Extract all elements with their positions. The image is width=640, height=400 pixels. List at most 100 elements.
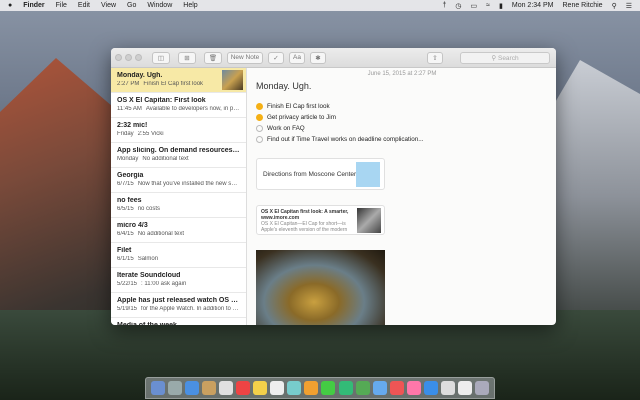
dock-itunes-icon[interactable] <box>389 381 404 395</box>
note-date: June 15, 2015 at 2:27 PM <box>367 71 437 77</box>
note-item-title: OS X El Capitan: First look <box>117 97 206 104</box>
note-thumbnail <box>222 70 243 90</box>
map-thumbnail <box>356 162 380 187</box>
dock-facetime-icon[interactable] <box>338 381 353 395</box>
add-attachment-icon[interactable]: ✱ <box>310 51 326 64</box>
spotlight-icon[interactable]: ⚲ <box>612 2 617 10</box>
note-list-item[interactable]: Georgia 6/7/15 Now that you've installed t… <box>111 168 246 193</box>
dock-launchpad-icon[interactable] <box>167 381 182 395</box>
dock-keynote-icon[interactable] <box>372 381 387 395</box>
note-item-subtitle: 5/19/15 for the Apple Watch. In addition … <box>117 306 240 312</box>
battery-icon[interactable]: ▮ <box>499 2 503 10</box>
note-list-item[interactable]: no fees 6/5/15 no costs <box>111 193 246 218</box>
note-item-preview: Salmon <box>137 256 159 262</box>
note-list-item[interactable]: 2:32 mic! Friday 2:55 Vicki <box>111 118 246 143</box>
apple-menu-icon[interactable]: ● <box>8 2 12 9</box>
dock-safari-icon[interactable] <box>184 381 199 395</box>
note-list-item[interactable]: Monday. Ugh. 2:27 PM Finish El Cap first l… <box>111 68 246 93</box>
dock-app-store-icon[interactable] <box>424 381 439 395</box>
time-machine-icon[interactable]: ◷ <box>455 2 461 10</box>
dock-notes-icon[interactable] <box>236 381 251 395</box>
checkbox-empty-icon[interactable] <box>256 136 263 143</box>
menu-edit[interactable]: Edit <box>78 2 90 9</box>
checklist-item[interactable]: Get privacy article to Jim <box>256 112 548 123</box>
note-item-subtitle: 6/1/15 Salmon <box>117 256 240 262</box>
note-list-item[interactable]: Apple has just released watch OS 1.0.1,.… <box>111 293 246 318</box>
note-item-preview: Now that you've installed the new sm... <box>137 181 240 187</box>
note-item-title: Iterate Soundcloud <box>117 272 181 279</box>
note-title[interactable]: Monday. Ugh. <box>256 81 548 91</box>
note-editor[interactable]: June 15, 2015 at 2:27 PM Monday. Ugh. Fi… <box>248 68 556 325</box>
menu-go[interactable]: Go <box>127 2 136 9</box>
note-item-subtitle: 5/22/15: 11:00 ask again <box>117 281 240 287</box>
close-button[interactable] <box>115 54 122 61</box>
dock-contacts-icon[interactable] <box>201 381 216 395</box>
note-list-item[interactable]: Filet 6/1/15 Salmon <box>111 243 246 268</box>
menu-file[interactable]: File <box>56 2 67 9</box>
checklist-item[interactable]: Finish El Cap first look <box>256 101 548 112</box>
bluetooth-icon[interactable]: † <box>443 2 447 9</box>
toolbar: ◫ ⊞ 🗑 New Note ✓ Aa ✱ ⇧ ⚲ Search <box>111 48 556 68</box>
search-placeholder: Search <box>497 54 519 62</box>
photo-attachment[interactable] <box>256 250 385 325</box>
clock[interactable]: Mon 2:34 PM <box>512 2 554 9</box>
note-item-date: 6/5/15 <box>117 206 134 212</box>
note-item-title: Apple has just released watch OS 1.0.1,.… <box>117 297 240 304</box>
dock-trash-icon[interactable] <box>475 381 490 395</box>
note-item-date: 6/4/15 <box>117 231 134 237</box>
checkbox-checked-icon[interactable] <box>256 103 263 110</box>
wifi-icon[interactable]: ≈ <box>486 2 490 9</box>
attachments-grid-icon[interactable]: ⊞ <box>178 51 196 64</box>
note-list-item[interactable]: App slicing. On demand resources. Bit...… <box>111 143 246 168</box>
menu-view[interactable]: View <box>101 2 116 9</box>
minimize-button[interactable] <box>125 54 132 61</box>
dock-ibooks-icon[interactable] <box>406 381 421 395</box>
note-item-preview: No additional text <box>137 231 185 237</box>
note-item-subtitle: 11:45 AM Available to developers now, in … <box>117 106 240 112</box>
notification-center-icon[interactable]: ☰ <box>626 2 632 10</box>
checklist-icon[interactable]: ✓ <box>268 51 284 64</box>
checkbox-checked-icon[interactable] <box>256 114 263 121</box>
checklist-item[interactable]: Work on FAQ <box>256 123 548 134</box>
notes-list[interactable]: Monday. Ugh. 2:27 PM Finish El Cap first l… <box>111 68 247 325</box>
note-item-preview: Available to developers now, in pub... <box>145 106 240 112</box>
dock-documents-icon[interactable] <box>458 381 473 395</box>
note-item-date: 11:45 AM <box>117 106 142 112</box>
link-attachment[interactable]: OS X El Capitan first look: A smarter, w… <box>256 205 385 235</box>
trash-icon[interactable]: 🗑 <box>204 51 222 64</box>
note-item-preview: No additional text <box>142 156 189 162</box>
dock-numbers-icon[interactable] <box>355 381 370 395</box>
note-list-item[interactable]: micro 4/3 6/4/15 No additional text <box>111 218 246 243</box>
menu-window[interactable]: Window <box>147 2 172 9</box>
airplay-icon[interactable]: ▭ <box>471 2 478 10</box>
checkbox-empty-icon[interactable] <box>256 125 263 132</box>
search-input[interactable]: ⚲ Search <box>460 52 550 64</box>
dock-stickies-icon[interactable] <box>253 381 268 395</box>
map-attachment[interactable]: Directions from Moscone Center <box>256 158 385 190</box>
dock-photos-icon[interactable] <box>304 381 319 395</box>
new-note-button[interactable]: New Note <box>227 51 263 64</box>
share-icon[interactable]: ⇧ <box>427 52 443 64</box>
note-item-date: 6/1/15 <box>117 256 134 262</box>
dock-system-preferences-icon[interactable] <box>441 381 456 395</box>
dock-reminders-icon[interactable] <box>270 381 285 395</box>
note-item-date: 6/7/15 <box>117 181 134 187</box>
menu-help[interactable]: Help <box>183 2 197 9</box>
note-list-item[interactable]: OS X El Capitan: First look 11:45 AM Avail… <box>111 93 246 118</box>
note-list-item[interactable]: Media of the week <box>111 318 246 325</box>
checklist-item[interactable]: Find out if Time Travel works on deadlin… <box>256 134 548 145</box>
dock-maps-icon[interactable] <box>287 381 302 395</box>
dock-calendar-icon[interactable] <box>218 381 233 395</box>
format-button[interactable]: Aa <box>289 51 305 64</box>
map-attachment-label: Directions from Moscone Center <box>263 170 357 178</box>
note-item-preview: no costs <box>137 206 161 212</box>
zoom-button[interactable] <box>135 54 142 61</box>
note-list-item[interactable]: Iterate Soundcloud 5/22/15: 11:00 ask aga… <box>111 268 246 293</box>
dock-messages-icon[interactable] <box>321 381 336 395</box>
sidebar-toggle-icon[interactable]: ◫ <box>152 51 170 64</box>
menu-finder[interactable]: Finder <box>23 2 44 9</box>
checklist-text: Work on FAQ <box>267 125 305 132</box>
note-item-title: Georgia <box>117 172 144 179</box>
dock-finder-icon[interactable] <box>150 381 165 395</box>
user-name[interactable]: Rene Ritchie <box>563 2 603 9</box>
